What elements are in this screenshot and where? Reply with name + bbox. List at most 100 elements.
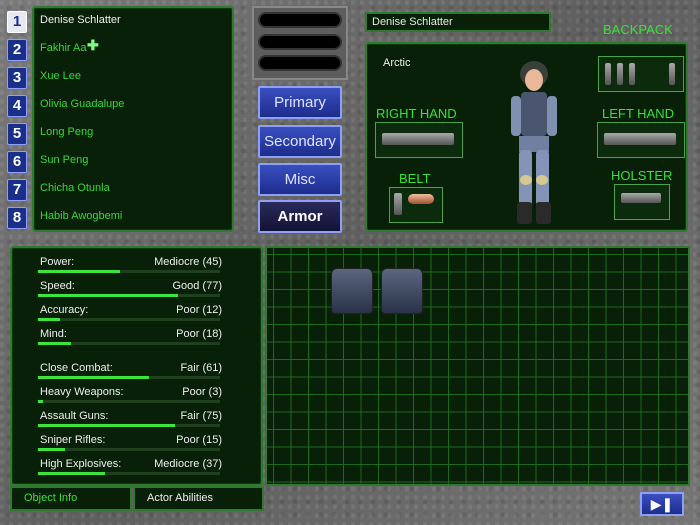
magazine-icon (617, 63, 623, 85)
next-turn-icon: ▶❚ (650, 496, 674, 512)
tab-actor-abilities[interactable]: Actor Abilities (133, 486, 264, 511)
character-figure (491, 52, 577, 228)
armor-vest-item[interactable] (381, 268, 423, 314)
stat-value: Poor (3) (182, 386, 222, 398)
equipment-panel: Arctic BACKPACK RIGHT HAND LEFT HAND BEL… (365, 22, 688, 232)
stat-value: Fair (61) (180, 362, 222, 374)
magazine-icon (669, 63, 675, 85)
rifle-icon (604, 133, 676, 145)
stat-row: Power: Mediocre (45) (40, 256, 222, 268)
quick-slot-3[interactable] (258, 55, 342, 71)
rifle-icon (382, 133, 454, 145)
holster-slot[interactable] (614, 184, 670, 220)
character-name: Denise Schlatter (365, 12, 551, 32)
left-hand-label: LEFT HAND (602, 106, 674, 121)
inventory-grid[interactable] (265, 246, 690, 486)
stat-label: Heavy Weapons: (40, 386, 124, 398)
stat-row: Mind: Poor (18) (40, 328, 222, 340)
stat-bar (38, 318, 220, 321)
stat-bar-fill (38, 472, 106, 475)
grenade-icon (408, 194, 434, 204)
stat-bar (38, 472, 220, 475)
squad-slot-6[interactable]: 6 (7, 151, 27, 173)
crosshair-icon: ✚ (87, 37, 99, 53)
stat-label: Assault Guns: (40, 410, 109, 422)
squad-member-name[interactable]: Sun Peng (40, 154, 88, 166)
holster-label: HOLSTER (611, 168, 673, 183)
squad-slot-8[interactable]: 8 (7, 207, 27, 229)
next-turn-button[interactable]: ▶❚ (640, 492, 684, 516)
quick-slot-1[interactable] (258, 12, 342, 28)
squad-member-name[interactable]: Xue Lee (40, 70, 81, 82)
stat-bar (38, 270, 220, 273)
stat-row: Sniper Rifles: Poor (15) (40, 434, 222, 446)
stat-bar (38, 400, 220, 403)
stat-value: Poor (15) (176, 434, 222, 446)
squad-member-name[interactable]: Habib Awogbemi (40, 210, 122, 222)
squad-slot-4[interactable]: 4 (7, 95, 27, 117)
squad-member-name[interactable]: Fakhir Aa (40, 42, 86, 54)
stat-bar (38, 448, 220, 451)
tab-misc[interactable]: Misc (258, 163, 342, 196)
squad-member-name[interactable]: Chicha Otunla (40, 182, 110, 194)
left-hand-slot[interactable] (597, 122, 685, 158)
belt-slot[interactable] (389, 187, 443, 223)
squad-slot-7[interactable]: 7 (7, 179, 27, 201)
tab-object-info[interactable]: Object Info (10, 486, 132, 511)
magazine-icon (629, 63, 635, 85)
stat-label: Close Combat: (40, 362, 113, 374)
stat-bar (38, 294, 220, 297)
squad-member-name[interactable]: Denise Schlatter (40, 14, 121, 26)
stat-bar (38, 342, 220, 345)
stat-bar-fill (38, 294, 179, 297)
stat-bar-fill (38, 400, 44, 403)
right-hand-label: RIGHT HAND (376, 106, 457, 121)
squad-member-name[interactable]: Long Peng (40, 126, 93, 138)
stat-row: Close Combat: Fair (61) (40, 362, 222, 374)
stat-label: Accuracy: (40, 304, 89, 316)
stat-bar-fill (38, 376, 150, 379)
armor-vest-item[interactable] (331, 268, 373, 314)
stat-label: Mind: (40, 328, 67, 340)
tab-primary[interactable]: Primary (258, 86, 342, 119)
stat-row: Assault Guns: Fair (75) (40, 410, 222, 422)
squad-slot-1[interactable]: 1 (7, 11, 27, 33)
stat-bar (38, 376, 220, 379)
stat-row: Accuracy: Poor (12) (40, 304, 222, 316)
stat-bar-fill (38, 318, 60, 321)
squad-slot-5[interactable]: 5 (7, 123, 27, 145)
stat-bar-fill (38, 448, 66, 451)
magazine-icon (605, 63, 611, 85)
magazine-icon (394, 193, 402, 215)
stat-row: Speed: Good (77) (40, 280, 222, 292)
stat-bar-fill (38, 270, 120, 273)
right-hand-slot[interactable] (375, 122, 463, 158)
stat-label: High Explosives: (40, 458, 122, 470)
stat-row: High Explosives: Mediocre (37) (40, 458, 222, 470)
stat-value: Mediocre (37) (154, 458, 222, 470)
stat-value: Mediocre (45) (154, 256, 222, 268)
squad-list-panel (32, 6, 234, 232)
backpack-slot[interactable] (598, 56, 684, 92)
stat-bar-fill (38, 342, 71, 345)
stat-bar-fill (38, 424, 175, 427)
squad-slot-3[interactable]: 3 (7, 67, 27, 89)
stat-value: Good (77) (172, 280, 222, 292)
stat-bar (38, 424, 220, 427)
stat-label: Speed: (40, 280, 75, 292)
backpack-label: BACKPACK (603, 22, 673, 37)
tab-secondary[interactable]: Secondary (258, 125, 342, 158)
belt-label: BELT (399, 171, 431, 186)
stat-value: Poor (18) (176, 328, 222, 340)
squad-slot-2[interactable]: 2 (7, 39, 27, 61)
stat-value: Fair (75) (180, 410, 222, 422)
squad-member-name[interactable]: Olivia Guadalupe (40, 98, 124, 110)
stat-row: Heavy Weapons: Poor (3) (40, 386, 222, 398)
quick-slot-2[interactable] (258, 34, 342, 50)
camo-label: Arctic (383, 57, 411, 69)
stat-label: Power: (40, 256, 75, 268)
tab-armor[interactable]: Armor (258, 200, 342, 233)
stat-label: Sniper Rifles: (40, 434, 106, 446)
pistol-icon (621, 193, 661, 203)
stat-value: Poor (12) (176, 304, 222, 316)
